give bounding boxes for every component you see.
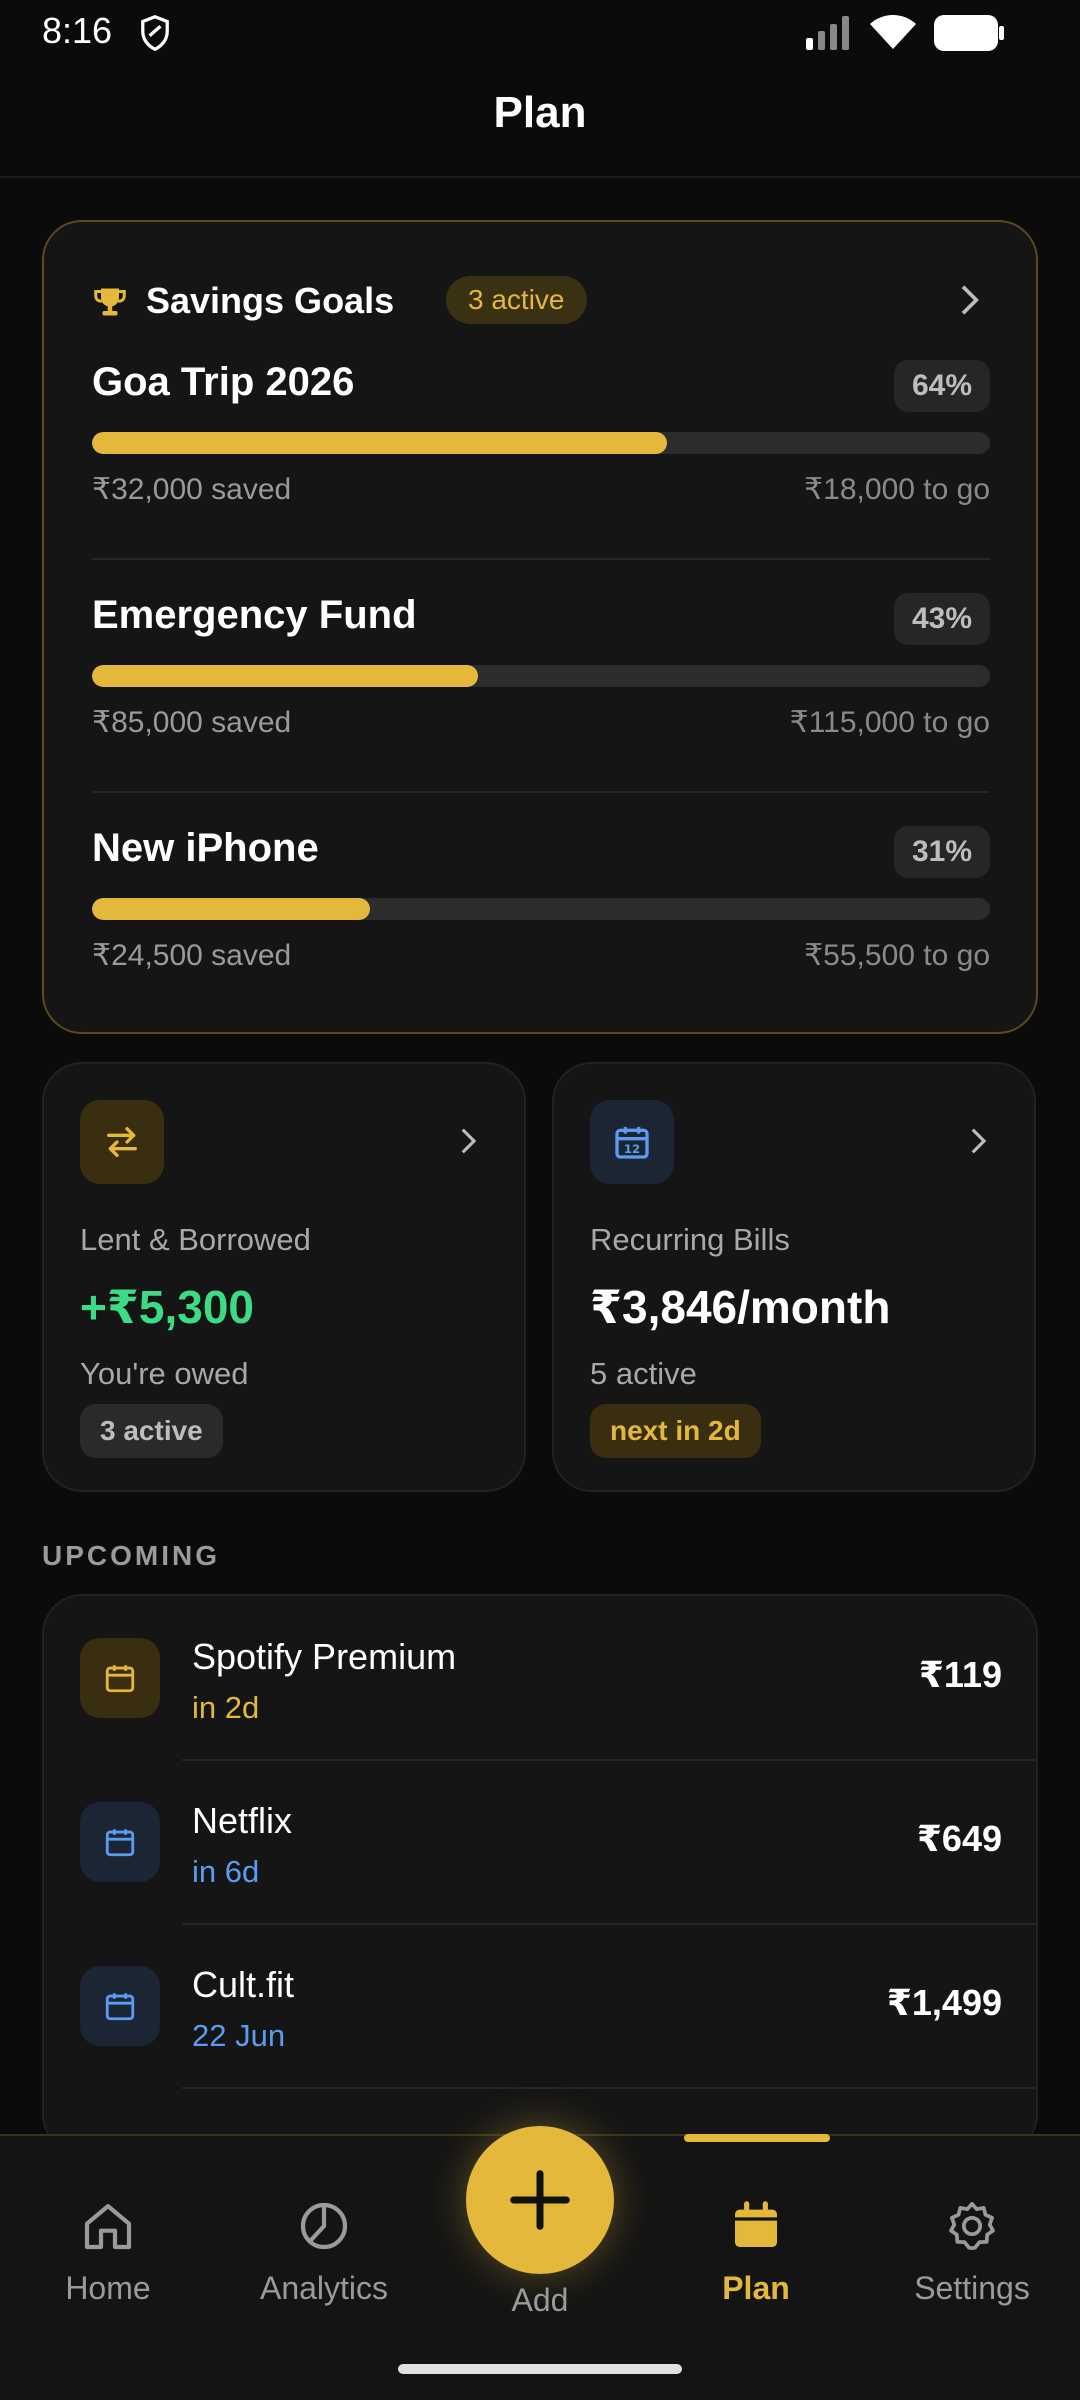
page-title: Plan [493,88,587,137]
goal-percent: 64% [893,360,990,412]
recurring-bills-label: Recurring Bills [590,1222,790,1257]
goal-saved: ₹32,000 saved [92,473,292,506]
calendar-icon [105,1665,135,1693]
calendar-icon [105,1829,135,1857]
calendar-icon [735,2201,777,2247]
calendar-icon-tile [80,1966,160,2046]
goal-progress-fill [92,432,667,454]
upcoming-name: Cult.fit [192,1964,295,2005]
savings-goals-title: Savings Goals [146,280,395,321]
calendar-icon [105,1993,135,2021]
shield-icon [141,14,169,52]
lent-borrowed-value: +₹5,300 [80,1281,254,1333]
nav-settings[interactable]: Settings [872,2198,1072,2318]
upcoming-item[interactable]: Netflix in 6d ₹649 [44,1760,1036,1923]
goal-item[interactable]: New iPhone 31% ₹24,500 saved ₹55,500 to … [92,826,990,996]
calendar-icon-tile: 12 [590,1100,674,1184]
transfer-icon-tile [80,1100,164,1184]
divider [92,558,990,560]
goal-progress-track [92,432,990,454]
signal-icon [806,16,849,50]
swap-arrows-icon [107,1127,137,1157]
nav-active-indicator [684,2134,830,2142]
upcoming-when: in 2d [192,1690,260,1725]
nav-plan[interactable]: Plan [656,2198,856,2318]
savings-goals-header[interactable]: Savings Goals 3 active [92,274,988,330]
home-icon [84,2204,132,2250]
chevron-right-icon[interactable] [948,280,988,320]
goal-item[interactable]: Emergency Fund 43% ₹85,000 saved ₹115,00… [92,593,990,763]
goal-progress-track [92,898,990,920]
analytics-icon [300,2202,348,2250]
recurring-bills-pill: next in 2d [590,1404,761,1458]
chevron-right-icon[interactable] [960,1124,994,1158]
goal-name: Emergency Fund [92,593,417,637]
goal-progress-fill [92,898,371,920]
nav-label: Settings [914,2270,1030,2306]
lent-borrowed-label: Lent & Borrowed [80,1222,311,1257]
nav-home[interactable]: Home [8,2198,208,2318]
recurring-bills-value: ₹3,846/month [590,1281,891,1333]
savings-goals-card[interactable]: Savings Goals 3 active Goa Trip 2026 64%… [42,220,1038,1034]
chevron-right-icon[interactable] [450,1124,484,1158]
app-bar: Plan [0,66,1080,178]
savings-goals-badge: 3 active [446,276,587,324]
lent-borrowed-card[interactable]: Lent & Borrowed +₹5,300 You're owed 3 ac… [42,1062,526,1492]
divider [92,791,990,793]
nav-label: Plan [722,2270,790,2306]
upcoming-when: 22 Jun [192,2018,286,2053]
calendar-icon-tile [80,1802,160,1882]
upcoming-name: Spotify Premium [192,1636,457,1677]
recurring-bills-sub: 5 active [590,1356,697,1391]
calendar-icon-tile [80,1638,160,1718]
goal-saved: ₹24,500 saved [92,939,292,972]
goal-to-go: ₹18,000 to go [804,473,990,506]
status-time: 8:16 [42,10,113,51]
goal-progress-fill [92,665,479,687]
upcoming-when: in 6d [192,1854,260,1889]
nav-analytics[interactable]: Analytics [224,2198,424,2318]
goal-progress-track [92,665,990,687]
goal-percent: 43% [893,593,990,645]
wifi-icon [870,15,916,49]
upcoming-amount: ₹1,499 [886,1982,1002,2023]
gear-icon [949,2201,995,2251]
status-bar: 8:16 [0,0,1080,66]
upcoming-item[interactable]: Spotify Premium in 2d ₹119 [44,1596,1036,1759]
battery-icon [934,15,1004,51]
plus-icon [510,2170,570,2230]
goal-percent: 31% [893,826,990,878]
recurring-bills-card[interactable]: 12 Recurring Bills ₹3,846/month 5 active… [552,1062,1036,1492]
trophy-icon [94,288,126,316]
goal-name: New iPhone [92,826,319,870]
lent-borrowed-pill: 3 active [80,1404,223,1458]
calendar-icon: 12 [615,1127,649,1159]
home-indicator [398,2364,682,2374]
upcoming-section-label: UPCOMING [42,1540,220,1571]
add-button[interactable] [466,2126,614,2274]
svg-text:12: 12 [624,1142,640,1156]
goal-saved: ₹85,000 saved [92,706,292,739]
goal-to-go: ₹55,500 to go [804,939,990,972]
nav-label: Analytics [259,2270,389,2306]
goal-name: Goa Trip 2026 [92,360,355,404]
upcoming-name: Netflix [192,1800,293,1841]
upcoming-item[interactable]: Cult.fit 22 Jun ₹1,499 [44,1924,1036,2087]
nav-label: Add [511,2282,569,2318]
goal-to-go: ₹115,000 to go [789,706,990,739]
upcoming-amount: ₹119 [918,1654,1002,1695]
status-indicators [806,14,1004,52]
nav-label: Home [65,2270,151,2306]
divider [182,2087,1036,2089]
goal-item[interactable]: Goa Trip 2026 64% ₹32,000 saved ₹18,000 … [92,360,990,530]
upcoming-list: Spotify Premium in 2d ₹119 Netflix in 6d… [42,1594,1038,2154]
upcoming-amount: ₹649 [916,1818,1002,1859]
lent-borrowed-sub: You're owed [80,1356,249,1391]
